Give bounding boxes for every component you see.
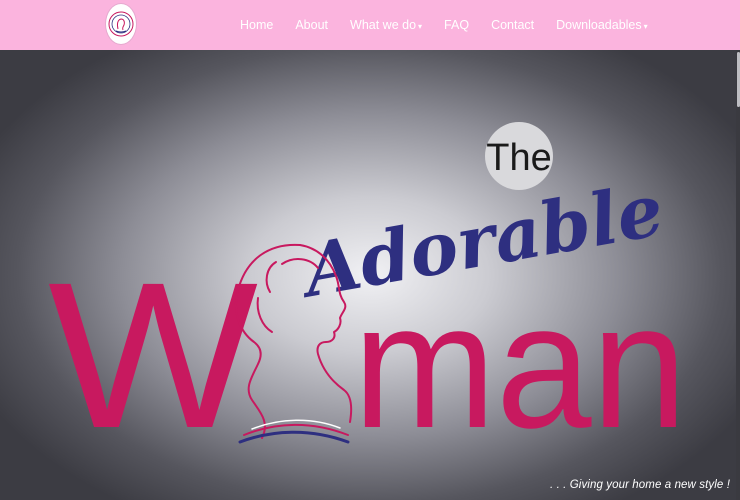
main-nav: Home About What we do ▾ FAQ Contact Downl… (240, 0, 670, 50)
nav-faq-link[interactable]: FAQ (444, 18, 469, 32)
caret-down-icon: ▾ (643, 21, 648, 31)
brand-man-text: man (353, 266, 687, 465)
scrollbar-track[interactable] (736, 50, 740, 500)
caret-down-icon: ▾ (418, 21, 423, 31)
brand-the-text: The (486, 137, 551, 179)
adorable-woman-logo-icon (108, 11, 134, 37)
nav-downloadables-dropdown[interactable]: Downloadables ▾ (556, 18, 648, 32)
top-navbar: Home About What we do ▾ FAQ Contact Downl… (0, 0, 740, 50)
page: Home About What we do ▾ FAQ Contact Downl… (0, 0, 740, 500)
brand-w-text: W (48, 240, 258, 472)
tagline: . . . Giving your home a new style ! (549, 479, 730, 491)
nav-home-link[interactable]: Home (240, 18, 273, 32)
nav-faq-label: FAQ (444, 18, 470, 32)
nav-about-link[interactable]: About (295, 18, 328, 32)
hero-banner: The Adorable W man . . . Giving your hom (0, 50, 740, 500)
nav-downloadables-label: Downloadables (556, 18, 642, 32)
nav-home-label: Home (240, 18, 274, 32)
nav-contact-label: Contact (491, 18, 535, 32)
site-logo[interactable] (106, 4, 136, 44)
nav-contact-link[interactable]: Contact (491, 18, 534, 32)
nav-what-we-do-dropdown[interactable]: What we do ▾ (350, 18, 422, 32)
nav-what-we-do-label: What we do (350, 18, 417, 32)
brand-artwork: The Adorable W man (48, 122, 687, 472)
nav-about-label: About (295, 18, 329, 32)
